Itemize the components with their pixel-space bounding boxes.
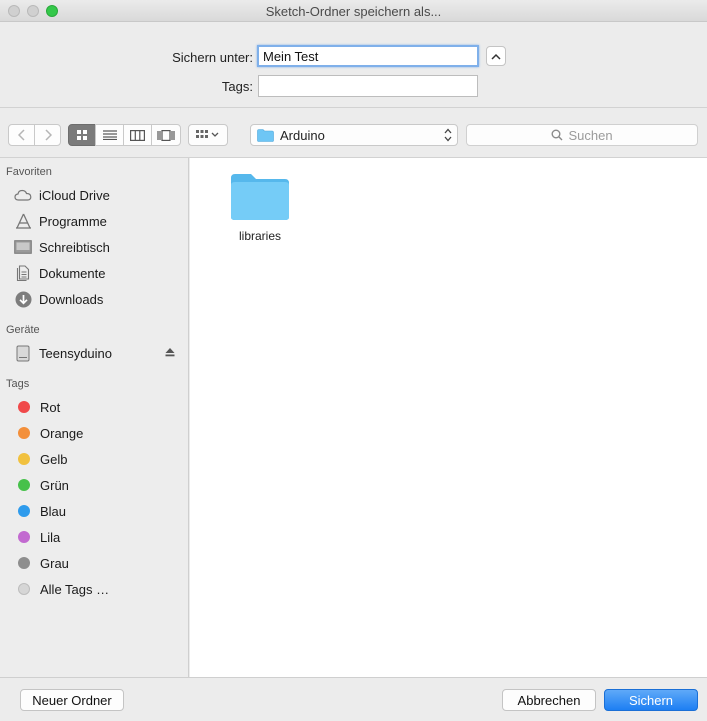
sidebar-item-label: Programme	[39, 213, 107, 229]
drive-icon	[16, 345, 30, 361]
icon-view-icon	[77, 130, 87, 140]
documents-icon	[16, 265, 30, 281]
tags-label: Tags:	[221, 79, 253, 94]
tag-color-dot	[18, 505, 30, 517]
sidebar-item-label: iCloud Drive	[39, 187, 110, 203]
sidebar-header-tags: Tags	[6, 378, 30, 390]
column-view-icon	[130, 129, 145, 141]
sidebar-tag-gruen[interactable]: Grün	[0, 473, 188, 497]
applications-icon	[15, 213, 31, 229]
sidebar-item-teensyduino[interactable]: Teensyduino	[0, 341, 188, 365]
back-button[interactable]	[8, 124, 35, 146]
sidebar-item-label: Gelb	[40, 451, 68, 467]
sidebar-item-label: Grün	[40, 477, 69, 493]
view-columns-button[interactable]	[123, 124, 152, 146]
sidebar-tag-all-tags[interactable]: Alle Tags …	[0, 577, 188, 601]
desktop-icon	[14, 240, 32, 254]
file-item-libraries[interactable]: libraries	[226, 172, 294, 243]
window-title: Sketch-Ordner speichern als...	[265, 4, 442, 19]
cancel-button[interactable]: Abbrechen	[502, 689, 596, 711]
sidebar-item-programme[interactable]: Programme	[0, 209, 188, 233]
save-as-label: Sichern unter:	[172, 50, 253, 65]
view-list-button[interactable]	[95, 124, 124, 146]
save-as-input[interactable]	[257, 45, 479, 67]
coverflow-view-icon	[157, 129, 175, 141]
sidebar-item-icloud-drive[interactable]: iCloud Drive	[0, 183, 188, 207]
new-folder-button[interactable]: Neuer Ordner	[20, 689, 124, 711]
sidebar-item-label: Rot	[40, 399, 61, 415]
sidebar-header-favorites: Favoriten	[6, 166, 52, 178]
chevron-right-icon	[44, 129, 52, 141]
chevron-left-icon	[17, 129, 25, 141]
dialog-footer: Neuer Ordner Abbrechen Sichern	[0, 677, 707, 721]
forward-button[interactable]	[34, 124, 61, 146]
search-field[interactable]: Suchen	[466, 124, 698, 146]
tag-color-dot	[18, 531, 30, 543]
sidebar-item-dokumente[interactable]: Dokumente	[0, 261, 188, 285]
tag-color-dot	[18, 479, 30, 491]
sidebar-item-schreibtisch[interactable]: Schreibtisch	[0, 235, 188, 259]
sidebar-item-label: Teensyduino	[39, 345, 112, 361]
sidebar-item-label: Blau	[40, 503, 67, 519]
sidebar-header-devices: Geräte	[6, 324, 40, 336]
title-bar: Sketch-Ordner speichern als...	[0, 0, 707, 22]
arrange-icon	[196, 130, 219, 138]
sidebar-item-label: Alle Tags …	[40, 581, 110, 597]
tag-color-dot	[18, 427, 30, 439]
sidebar-tag-blau[interactable]: Blau	[0, 499, 188, 523]
folder-icon	[257, 128, 274, 142]
tag-color-dot	[18, 401, 30, 413]
sidebar-item-label: Orange	[40, 425, 84, 441]
list-view-icon	[102, 130, 117, 140]
sidebar-item-label: Dokumente	[39, 265, 106, 281]
search-icon	[551, 129, 563, 141]
downloads-icon	[15, 291, 31, 307]
tag-color-dot	[18, 583, 30, 595]
search-placeholder: Suchen	[568, 127, 613, 143]
file-item-label: libraries	[238, 229, 281, 243]
file-browser: libraries	[190, 158, 707, 677]
sidebar-tag-orange[interactable]: Orange	[0, 421, 188, 445]
folder-icon	[231, 174, 289, 220]
toolbar: Arduino Suchen	[0, 109, 707, 158]
tags-input[interactable]	[258, 75, 478, 97]
sidebar: Favoriten iCloud Drive Programme Schreib…	[0, 158, 189, 677]
sidebar-tag-lila[interactable]: Lila	[0, 525, 188, 549]
view-icons-button[interactable]	[68, 124, 96, 146]
sidebar-item-downloads[interactable]: Downloads	[0, 287, 188, 311]
view-coverflow-button[interactable]	[151, 124, 181, 146]
sidebar-tag-gelb[interactable]: Gelb	[0, 447, 188, 471]
collapse-dialog-button[interactable]	[486, 46, 506, 66]
save-button[interactable]: Sichern	[604, 689, 698, 711]
eject-icon[interactable]	[165, 347, 175, 357]
chevron-updown-icon	[444, 128, 452, 142]
cloud-icon	[14, 189, 32, 201]
tag-color-dot	[18, 453, 30, 465]
sidebar-item-label: Grau	[40, 555, 69, 571]
sidebar-tag-rot[interactable]: Rot	[0, 395, 188, 419]
sidebar-tag-grau[interactable]: Grau	[0, 551, 188, 575]
location-label: Arduino	[280, 127, 325, 143]
save-form: Sichern unter: Tags:	[0, 22, 707, 108]
sidebar-item-label: Schreibtisch	[39, 239, 110, 255]
location-popup[interactable]: Arduino	[250, 124, 458, 146]
sidebar-item-label: Lila	[40, 529, 61, 545]
chevron-up-icon	[491, 53, 501, 60]
sidebar-item-label: Downloads	[39, 291, 104, 307]
tag-color-dot	[18, 557, 30, 569]
arrange-button[interactable]	[188, 124, 228, 146]
